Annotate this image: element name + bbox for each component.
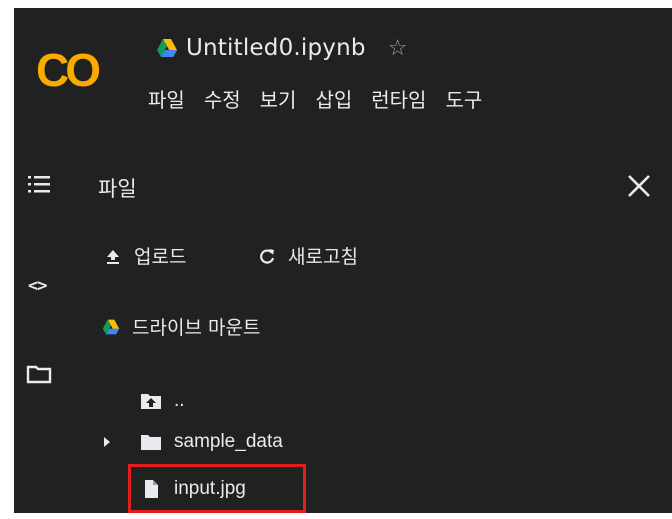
menu-insert[interactable]: 삽입 <box>315 84 352 113</box>
google-drive-icon <box>157 39 177 57</box>
folder-icon[interactable] <box>26 364 52 384</box>
close-icon[interactable] <box>624 171 654 201</box>
mount-drive-label: 드라이브 마운트 <box>132 317 261 339</box>
menu-file[interactable]: 파일 <box>148 84 185 113</box>
colab-window: CO Untitled0.ipynb ☆ 파일 수정 보기 삽입 런타임 도구 … <box>14 8 672 513</box>
upload-label: 업로드 <box>134 246 187 268</box>
folder-upload-icon <box>141 394 161 409</box>
caret-right-icon[interactable] <box>102 436 112 448</box>
menu-edit[interactable]: 수정 <box>204 84 241 113</box>
tree-item-label: sample_data <box>174 431 283 452</box>
menu-tools[interactable]: 도구 <box>445 84 482 113</box>
menu-bar: 파일 수정 보기 삽입 런타임 도구 <box>148 84 482 113</box>
menu-runtime[interactable]: 런타임 <box>371 84 426 113</box>
notebook-title[interactable]: Untitled0.ipynb <box>186 35 366 61</box>
mount-drive-button[interactable]: 드라이브 마운트 <box>102 313 260 340</box>
colab-logo[interactable]: CO <box>36 44 106 96</box>
table-of-contents-icon[interactable] <box>28 175 50 193</box>
star-outline-icon[interactable]: ☆ <box>388 36 408 61</box>
menu-view[interactable]: 보기 <box>260 84 297 113</box>
code-snippets-icon[interactable]: <> <box>28 276 48 296</box>
notebook-title-row: Untitled0.ipynb ☆ <box>156 30 407 66</box>
tree-item-label: .. <box>174 390 185 411</box>
folder-icon <box>141 435 161 450</box>
google-drive-icon <box>102 319 120 334</box>
refresh-button[interactable]: 새로고침 <box>258 242 358 269</box>
tree-item-sample-data[interactable]: sample_data <box>102 431 283 453</box>
upload-icon <box>107 249 119 264</box>
upload-button[interactable]: 업로드 <box>104 242 186 269</box>
refresh-label: 새로고침 <box>288 246 358 268</box>
files-panel-title: 파일 <box>98 177 137 201</box>
logo-text: CO <box>36 44 99 96</box>
tree-item-parent[interactable]: .. <box>140 390 185 412</box>
refresh-icon <box>260 248 275 264</box>
highlight-box <box>128 464 306 513</box>
